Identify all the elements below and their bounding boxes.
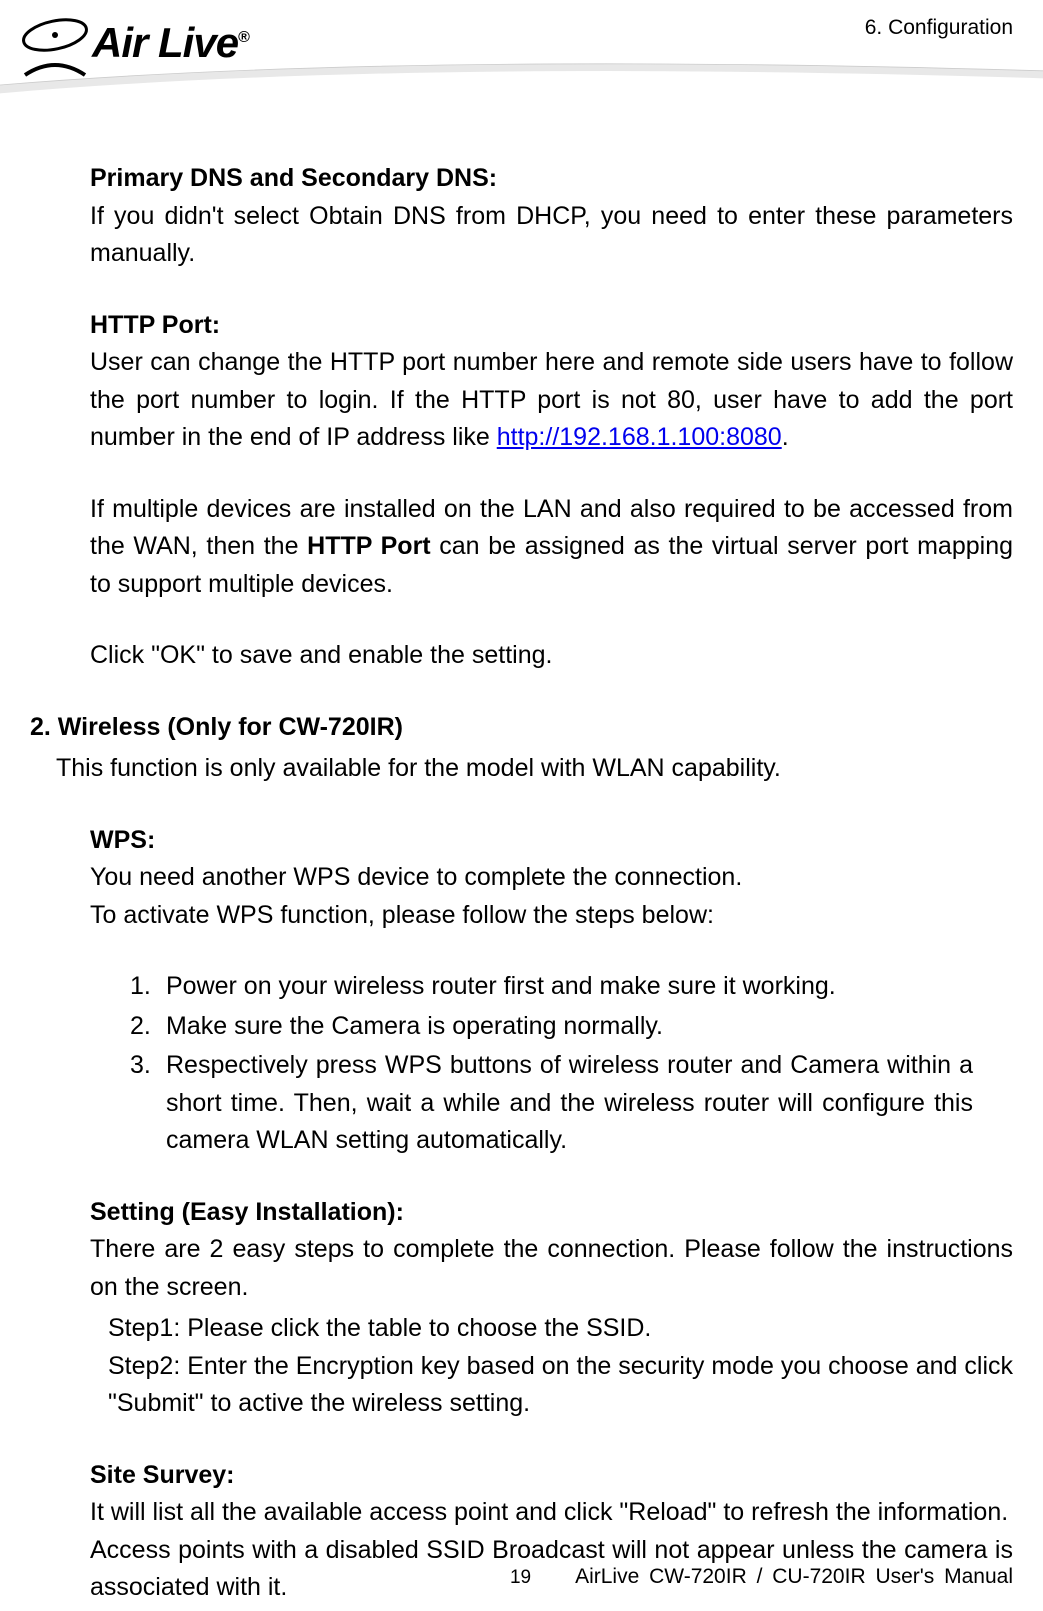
wireless-section: 2. Wireless (Only for CW-720IR) This fun… (30, 709, 1013, 788)
http-p2-bold: HTTP Port (307, 532, 430, 560)
chapter-label: 6. Configuration (865, 16, 1013, 40)
wps-step-2: 2. Make sure the Camera is operating nor… (130, 1008, 973, 1046)
header-divider-icon (0, 50, 1043, 100)
dns-section: Primary DNS and Secondary DNS: If you di… (90, 160, 1013, 273)
setting-step2: Step2: Enter the Encryption key based on… (108, 1348, 1013, 1423)
wps-step-1: 1. Power on your wireless router first a… (130, 968, 973, 1006)
wps-section: WPS: You need another WPS device to comp… (90, 822, 1013, 935)
setting-title: Setting (Easy Installation): (90, 1194, 1013, 1232)
page-content: Primary DNS and Secondary DNS: If you di… (0, 120, 1043, 1607)
http-port-p3-block: Click "OK" to save and enable the settin… (90, 637, 1013, 675)
step-num-3: 3. (130, 1047, 166, 1160)
http-port-p3: Click "OK" to save and enable the settin… (90, 637, 1013, 675)
page-footer: 19 AirLive CW-720IR / CU-720IR User's Ma… (0, 1565, 1013, 1589)
http-port-section: HTTP Port: User can change the HTTP port… (90, 307, 1013, 457)
page-header: Air Live® 6. Configuration (0, 0, 1043, 120)
setting-step1: Step1: Please click the table to choose … (108, 1310, 1013, 1348)
step-num-1: 1. (130, 968, 166, 1006)
wps-step-3: 3. Respectively press WPS buttons of wir… (130, 1047, 973, 1160)
step-text-2: Make sure the Camera is operating normal… (166, 1008, 663, 1046)
survey-line1: It will list all the available access po… (90, 1494, 1013, 1532)
http-p1-post: . (782, 423, 789, 451)
wireless-intro: This function is only available for the … (56, 750, 1013, 788)
http-port-title: HTTP Port: (90, 307, 1013, 345)
wps-title: WPS: (90, 822, 1013, 860)
http-port-p1: User can change the HTTP port number her… (90, 344, 1013, 457)
setting-intro: There are 2 easy steps to complete the c… (90, 1231, 1013, 1306)
setting-steps: Step1: Please click the table to choose … (108, 1310, 1013, 1423)
http-port-p2: If multiple devices are installed on the… (90, 491, 1013, 604)
wireless-heading: 2. Wireless (Only for CW-720IR) (30, 709, 1013, 747)
manual-title: AirLive CW-720IR / CU-720IR User's Manua… (575, 1565, 1013, 1589)
wps-steps: 1. Power on your wireless router first a… (130, 968, 973, 1160)
dns-title: Primary DNS and Secondary DNS: (90, 160, 1013, 198)
http-port-p2-block: If multiple devices are installed on the… (90, 491, 1013, 604)
setting-section: Setting (Easy Installation): There are 2… (90, 1194, 1013, 1307)
survey-title: Site Survey: (90, 1457, 1013, 1495)
dns-body: If you didn't select Obtain DNS from DHC… (90, 198, 1013, 273)
wps-line2: To activate WPS function, please follow … (90, 897, 1013, 935)
step-text-3: Respectively press WPS buttons of wirele… (166, 1047, 973, 1160)
page-number: 19 (510, 1567, 531, 1589)
step-num-2: 2. (130, 1008, 166, 1046)
http-example-link[interactable]: http://192.168.1.100:8080 (497, 423, 782, 451)
step-text-1: Power on your wireless router first and … (166, 968, 836, 1006)
wps-line1: You need another WPS device to complete … (90, 859, 1013, 897)
